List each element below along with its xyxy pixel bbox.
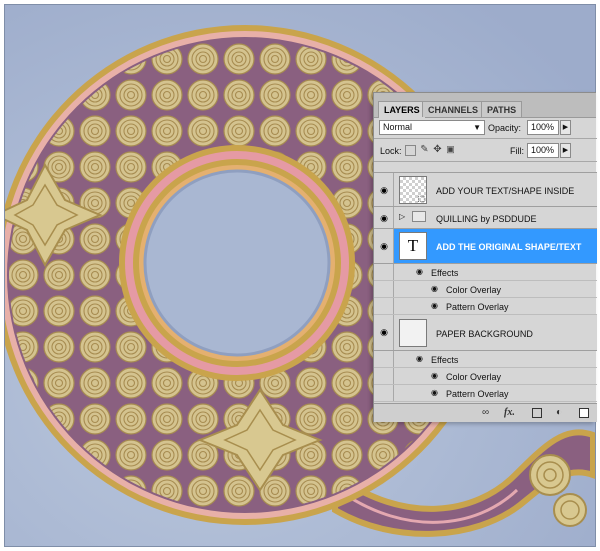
layers-panel: LAYERS CHANNELS PATHS Normal ▼ Opacity: …: [373, 92, 597, 422]
layer-name: ADD THE ORIGINAL SHAPE/TEXT: [436, 242, 582, 252]
panel-bottom-toolbar: ∞ fx. ◐: [374, 403, 597, 422]
blend-mode-value: Normal: [383, 122, 413, 132]
lock-transparency-icon[interactable]: [405, 145, 416, 156]
eye-icon[interactable]: ◉: [376, 213, 392, 224]
opacity-input[interactable]: 100%: [527, 120, 559, 135]
adjustment-icon[interactable]: ◐: [556, 407, 562, 418]
tab-paths[interactable]: PATHS: [481, 101, 523, 117]
layer-thumbnail: [399, 319, 427, 347]
eye-icon[interactable]: ◉: [431, 388, 438, 397]
eye-icon[interactable]: ◉: [376, 185, 392, 196]
eye-icon[interactable]: ◉: [431, 301, 438, 310]
effects-row[interactable]: ◉ Effects: [374, 351, 597, 368]
layer-row[interactable]: ◉ PAPER BACKGROUND: [374, 315, 597, 351]
layer-name: QUILLING by PSDDUDE: [436, 214, 537, 224]
lock-brush-icon[interactable]: ✎: [419, 144, 430, 155]
fill-arrow-icon[interactable]: ▶: [560, 143, 571, 158]
smart-object-icon: ⬚: [417, 194, 425, 203]
layer-thumbnail: ⬚: [399, 176, 427, 204]
effects-row[interactable]: ◉ Effects: [374, 264, 597, 281]
eye-icon[interactable]: ◉: [376, 327, 392, 338]
effect-item-row[interactable]: ◉ Color Overlay: [374, 281, 597, 298]
fill-input[interactable]: 100%: [527, 143, 559, 158]
effect-item-row[interactable]: ◉ Pattern Overlay: [374, 298, 597, 315]
lock-label: Lock:: [380, 146, 402, 156]
blend-opacity-row: Normal ▼ Opacity: 100% ▶: [374, 117, 597, 139]
link-icon[interactable]: ∞: [482, 407, 489, 418]
layer-group-row[interactable]: ◉ ▷ QUILLING by PSDDUDE: [374, 207, 597, 229]
layer-name: PAPER BACKGROUND: [436, 329, 533, 339]
chevron-down-icon: ▼: [473, 123, 481, 132]
effects-label: Effects: [431, 268, 459, 278]
fill-label: Fill:: [510, 146, 524, 156]
new-layer-icon[interactable]: [579, 408, 589, 418]
lock-all-icon[interactable]: ▣: [445, 144, 456, 155]
panel-tab-bar: LAYERS CHANNELS PATHS: [374, 93, 596, 118]
effect-item: Pattern Overlay: [446, 302, 509, 312]
layer-name: ADD YOUR TEXT/SHAPE INSIDE: [436, 186, 575, 196]
mask-icon[interactable]: [532, 408, 542, 418]
tab-channels[interactable]: CHANNELS: [422, 101, 485, 117]
layer-row-selected[interactable]: ◉ T ADD THE ORIGINAL SHAPE/TEXT: [374, 229, 597, 264]
eye-icon[interactable]: ◉: [431, 284, 438, 293]
effects-label: Effects: [431, 355, 459, 365]
opacity-arrow-icon[interactable]: ▶: [560, 120, 571, 135]
lock-move-icon[interactable]: ✥: [432, 144, 443, 155]
layer-row[interactable]: ◉ ⬚ ADD YOUR TEXT/SHAPE INSIDE: [374, 172, 597, 207]
effect-item: Pattern Overlay: [446, 389, 509, 399]
lock-fill-row: Lock: ✎ ✥ ▣ Fill: 100% ▶: [374, 140, 597, 162]
eye-icon[interactable]: ◉: [431, 371, 438, 380]
expand-triangle-icon[interactable]: ▷: [399, 212, 405, 221]
effect-item: Color Overlay: [446, 285, 502, 295]
blend-mode-select[interactable]: Normal ▼: [379, 120, 485, 135]
effect-item-row[interactable]: ◉ Pattern Overlay: [374, 385, 597, 402]
folder-icon: [412, 211, 426, 222]
type-layer-thumbnail: T: [399, 232, 427, 260]
tab-layers[interactable]: LAYERS: [378, 101, 426, 118]
eye-icon[interactable]: ◉: [416, 354, 423, 363]
eye-icon[interactable]: ◉: [416, 267, 423, 276]
opacity-label: Opacity:: [488, 123, 522, 133]
fx-icon[interactable]: fx.: [504, 407, 515, 418]
eye-icon[interactable]: ◉: [376, 241, 392, 252]
effect-item: Color Overlay: [446, 372, 502, 382]
effect-item-row[interactable]: ◉ Color Overlay: [374, 368, 597, 385]
